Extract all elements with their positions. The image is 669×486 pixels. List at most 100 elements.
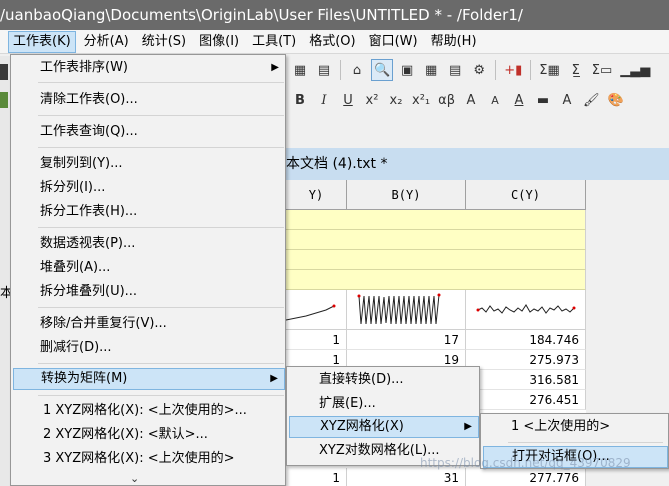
menu-item-label: XYZ网格化(X) <box>320 419 404 434</box>
greek-icon[interactable]: αβ <box>436 89 457 111</box>
increase-font-icon[interactable]: A <box>461 89 481 111</box>
submenu-arrow-icon: ▶ <box>270 373 278 384</box>
text-color-icon[interactable]: A <box>557 89 577 111</box>
menu-item-copy-columns-to[interactable]: 复制列到(Y)... <box>13 153 285 175</box>
menu-item-direct-convert[interactable]: 直接转换(D)... <box>289 369 479 391</box>
grid-icon[interactable]: ▦ <box>290 59 310 81</box>
menu-item-recent-xyz-gridding-1[interactable]: 1 XYZ网格化(X): <上次使用的>... <box>13 400 285 422</box>
menu-separator <box>508 442 663 443</box>
menu-item-convert-to-matrix[interactable]: 转换为矩阵(M) ▶ <box>13 368 285 390</box>
menu-item-last-used[interactable]: 1 <上次使用的> <box>483 416 668 438</box>
gear-icon[interactable]: ⚙ <box>469 59 489 81</box>
worksheet-title-bar[interactable]: 本文档 (4).txt * <box>286 148 669 180</box>
metadata-row[interactable] <box>286 230 586 250</box>
worksheet-icon[interactable]: ▣ <box>397 59 417 81</box>
menu-item-clear-worksheet[interactable]: 清除工作表(O)... <box>13 89 285 111</box>
font-color-icon[interactable]: A <box>509 89 529 111</box>
toolbar-separator <box>495 60 497 80</box>
window-title: /uanbaoQiang\Documents\OriginLab\User Fi… <box>0 6 523 24</box>
bold-icon[interactable]: B <box>290 89 310 111</box>
table-cell[interactable]: 276.451 <box>466 390 586 410</box>
sparkline-c <box>466 290 586 330</box>
sparkline-a-graphic <box>285 304 336 321</box>
sum-row-icon[interactable]: Σ̲ <box>566 59 586 81</box>
fill-color-icon[interactable]: 🖌 <box>581 89 602 111</box>
bar-chart-icon[interactable]: ▁▃▅ <box>618 59 652 81</box>
menu-item-expand[interactable]: 扩展(E)... <box>289 393 479 415</box>
list-icon[interactable]: ▤ <box>314 59 334 81</box>
menu-item-reduce-rows[interactable]: 删减行(D)... <box>13 337 285 359</box>
toolbar-icon[interactable] <box>0 92 8 108</box>
menu-help[interactable]: 帮助(H) <box>426 31 482 53</box>
menu-item-remove-duplicate-rows[interactable]: 移除/合并重复行(V)... <box>13 313 285 335</box>
table-cell[interactable]: 316.581 <box>466 370 586 390</box>
menu-item-xyz-gridding[interactable]: XYZ网格化(X) ▶ <box>289 416 479 438</box>
menu-analysis[interactable]: 分析(A) <box>79 31 134 53</box>
menu-separator <box>38 395 284 396</box>
sum-block-icon[interactable]: Σ▭ <box>590 59 615 81</box>
menu-statistics[interactable]: 统计(S) <box>137 31 191 53</box>
toolbar-icon[interactable] <box>0 64 8 80</box>
underline-icon[interactable]: U <box>338 89 358 111</box>
menu-item-split-worksheet[interactable]: 拆分工作表(H)... <box>13 201 285 223</box>
menu-separator <box>38 227 284 228</box>
menu-separator <box>38 82 284 83</box>
submenu-arrow-icon: ▶ <box>464 421 472 432</box>
magnifier-icon[interactable]: 🔍 <box>371 59 394 81</box>
table-cell[interactable]: 184.746 <box>466 330 586 350</box>
menu-item-worksheet-query[interactable]: 工作表查询(Q)... <box>13 121 285 143</box>
table-cell[interactable]: 31 <box>347 468 466 486</box>
menu-item-unstack-columns[interactable]: 拆分堆叠列(U)... <box>13 281 285 303</box>
subscript-icon[interactable]: x₂ <box>386 89 406 111</box>
menu-image[interactable]: 图像(I) <box>194 31 244 53</box>
decrease-font-icon[interactable]: A <box>485 89 505 111</box>
notes-icon[interactable]: ▤ <box>445 59 465 81</box>
standard-toolbar: ▦ ▤ ⌂ 🔍 ▣ ▦ ▤ ⚙ +▮ Σ▦ Σ̲ Σ▭ ▁▃▅ <box>286 56 669 84</box>
menu-tools[interactable]: 工具(T) <box>247 31 301 53</box>
table-icon[interactable]: ▦ <box>421 59 441 81</box>
table-cell[interactable]: 1 <box>286 468 347 486</box>
tree-icon[interactable]: ⌂ <box>347 59 367 81</box>
toolbar-separator <box>530 60 532 80</box>
menu-separator <box>38 363 284 364</box>
window-title-bar: /uanbaoQiang\Documents\OriginLab\User Fi… <box>0 0 669 30</box>
menu-item-recent-xyz-gridding-3[interactable]: 3 XYZ网格化(X): <上次使用的> <box>13 448 285 470</box>
menu-item-split-columns[interactable]: 拆分列(I)... <box>13 177 285 199</box>
app-icon <box>0 31 8 53</box>
menu-bar: 工作表(K) 分析(A) 统计(S) 图像(I) 工具(T) 格式(O) 窗口(… <box>0 30 669 54</box>
italic-icon[interactable]: I <box>314 89 334 111</box>
menu-item-stack-columns[interactable]: 堆叠列(A)... <box>13 257 285 279</box>
superscript-icon[interactable]: x² <box>362 89 382 111</box>
metadata-row[interactable] <box>286 250 586 270</box>
supsubscript-icon[interactable]: x²₁ <box>410 89 432 111</box>
worksheet-menu: 工作表排序(W) ▶ 清除工作表(O)... 工作表查询(Q)... 复制列到(… <box>10 54 286 486</box>
column-header-c[interactable]: C(Y) <box>466 180 586 210</box>
column-header-a[interactable]: Y) <box>286 180 347 210</box>
table-cell[interactable]: 277.776 <box>466 468 586 486</box>
metadata-row[interactable] <box>286 270 586 290</box>
menu-item-recent-xyz-gridding-2[interactable]: 2 XYZ网格化(X): <默认>... <box>13 424 285 446</box>
menu-window[interactable]: 窗口(W) <box>364 31 423 53</box>
menu-item-pivot-table[interactable]: 数据透视表(P)... <box>13 233 285 255</box>
submenu-arrow-icon: ▶ <box>271 62 279 73</box>
sum-column-icon[interactable]: Σ▦ <box>537 59 562 81</box>
table-cell[interactable]: 17 <box>347 330 466 350</box>
menu-item-label: 转换为矩阵(M) <box>41 371 128 386</box>
menu-worksheet[interactable]: 工作表(K) <box>8 30 76 53</box>
sparkline-a <box>285 290 347 330</box>
menu-item-sort-worksheet[interactable]: 工作表排序(W) ▶ <box>13 57 285 79</box>
metadata-row[interactable] <box>286 210 586 230</box>
table-cell[interactable]: 275.973 <box>466 350 586 370</box>
table-cell[interactable]: 1 <box>286 330 347 350</box>
menu-separator <box>38 147 284 148</box>
menu-expand-chevron-icon[interactable]: ⌄ <box>130 472 139 485</box>
format-toolbar: B I U x² x₂ x²₁ αβ A A A ▬ A 🖌 🎨 <box>286 86 669 114</box>
add-column-icon[interactable]: +▮ <box>502 59 524 81</box>
palette-icon[interactable]: 🎨 <box>606 89 626 111</box>
toolbar-separator <box>340 60 341 80</box>
line-style-icon[interactable]: ▬ <box>533 89 553 111</box>
menu-format[interactable]: 格式(O) <box>304 31 360 53</box>
worksheet-title: 本文档 (4).txt * <box>286 156 388 172</box>
left-toolbar-strip <box>0 56 10 486</box>
column-header-b[interactable]: B(Y) <box>347 180 466 210</box>
